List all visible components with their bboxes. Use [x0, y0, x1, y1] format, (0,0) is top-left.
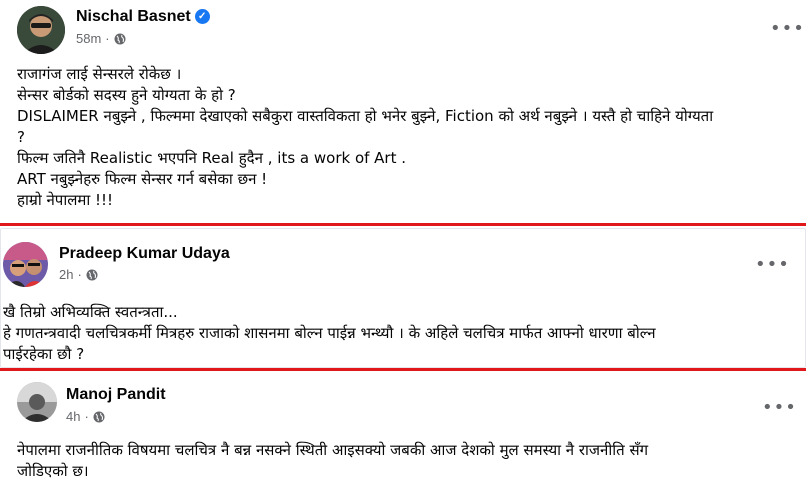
text-line: ?	[17, 128, 25, 146]
post-text: नेपालमा राजनीतिक विषयमा चलचित्र नै बन्न …	[17, 440, 648, 482]
avatar[interactable]	[3, 242, 48, 287]
separator-dot: ·	[84, 409, 89, 424]
profile-photo	[3, 242, 48, 287]
timestamp[interactable]: 2h	[59, 267, 73, 282]
timestamp[interactable]: 58m	[76, 31, 101, 46]
text-line: DISLAIMER नबुझ्ने , फिल्ममा देखाएको सबैक…	[17, 107, 714, 125]
post-manoj: Manoj Pandit 4h · ••• नेपालमा राजनीतिक व…	[0, 371, 809, 487]
text-line: हे गणतन्त्रवादी चलचित्रकर्मी मित्रहरु रा…	[3, 324, 656, 342]
separator-dot: ·	[77, 267, 82, 282]
text-line: सेन्सर बोर्डको सदस्य हुने योग्यता के हो …	[17, 86, 236, 104]
profile-photo	[17, 382, 57, 422]
globe-icon	[93, 411, 105, 422]
text-line: खै तिम्रो अभिव्यक्ति स्वतन्त्रता...	[3, 303, 178, 321]
globe-icon	[86, 269, 98, 280]
profile-photo	[17, 6, 65, 54]
text-line: ART नबुझ्नेहरु फिल्म सेन्सर गर्न बसेका छ…	[17, 170, 268, 188]
avatar[interactable]	[17, 382, 57, 422]
author-name[interactable]: Manoj Pandit	[66, 386, 166, 404]
post-meta: 58m ·	[76, 31, 126, 46]
globe-icon	[114, 33, 126, 44]
text-line: नेपालमा राजनीतिक विषयमा चलचित्र नै बन्न …	[17, 441, 649, 459]
post-text: राजागंज लाई सेन्सरले रोकेछ । सेन्सर बोर्…	[17, 64, 713, 211]
separator-dot: ·	[105, 31, 110, 46]
author-name[interactable]: Nischal Basnet ✓	[76, 8, 210, 26]
text-line: पाईरहेका छौ ?	[3, 345, 85, 363]
avatar[interactable]	[17, 6, 65, 54]
more-options-icon[interactable]: •••	[762, 399, 797, 417]
text-line: फिल्म जतिनै Realistic भएपनि Real हुदैन ,…	[17, 149, 407, 167]
post-meta: 4h ·	[66, 409, 105, 424]
post-text: खै तिम्रो अभिव्यक्ति स्वतन्त्रता... हे ग…	[3, 302, 656, 365]
more-options-icon[interactable]: •••	[755, 256, 790, 274]
text-line: राजागंज लाई सेन्सरले रोकेछ ।	[17, 65, 182, 83]
more-options-icon[interactable]: •••	[770, 20, 805, 38]
verified-badge-icon: ✓	[194, 9, 210, 25]
author-name[interactable]: Pradeep Kumar Udaya	[59, 245, 230, 263]
post-meta: 2h ·	[59, 267, 98, 282]
timestamp[interactable]: 4h	[66, 409, 80, 424]
text-line: हाम्रो नेपालमा !!!	[17, 191, 114, 209]
post-nischal: Nischal Basnet ✓ 58m · ••• राजागंज लाई से…	[0, 0, 809, 222]
post-pradeep: Pradeep Kumar Udaya 2h · ••• खै तिम्रो अ…	[0, 226, 809, 368]
text-line: जोडिएको छ।	[17, 462, 89, 480]
